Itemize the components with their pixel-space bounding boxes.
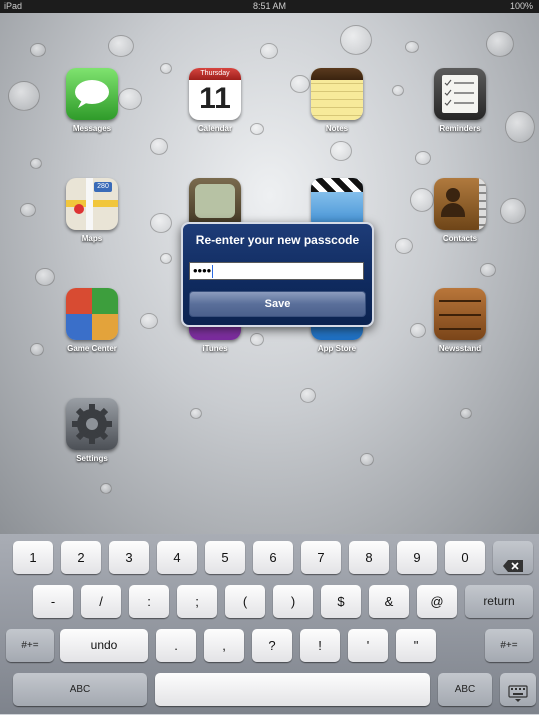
abc-key-right[interactable]: ABC: [438, 673, 492, 706]
map-route-badge: 280: [94, 182, 112, 192]
return-key[interactable]: return: [465, 585, 533, 618]
app-label: Messages: [72, 124, 112, 133]
app-maps[interactable]: 280 Maps: [52, 178, 132, 243]
app-label: iTunes: [202, 344, 228, 353]
space-bar[interactable]: [155, 673, 430, 706]
battery-label: 100%: [509, 1, 533, 11]
dialog-title: Re-enter your new passcode: [195, 233, 360, 247]
dismiss-keyboard-key[interactable]: [500, 673, 536, 706]
key-at[interactable]: @: [417, 585, 457, 618]
app-label: Newsstand: [438, 344, 482, 353]
key-4[interactable]: 4: [157, 541, 197, 574]
key-question[interactable]: ?: [252, 629, 292, 662]
calendar-weekday: Thursday: [189, 68, 241, 80]
status-bar: iPad 8:51 AM 100%: [0, 0, 539, 13]
app-label: Notes: [325, 124, 349, 133]
app-notes[interactable]: Notes: [297, 68, 377, 133]
calendar-icon: Thursday 11: [189, 68, 241, 120]
passcode-dialog: Re-enter your new passcode •••• Save: [181, 222, 374, 327]
more-symbols-key-right[interactable]: #+=: [485, 629, 533, 662]
app-label: Game Center: [67, 344, 117, 353]
keyboard: 1 2 3 4 5 6 7 8 9 0 - / : ; ( ) $ & @ re…: [0, 534, 539, 714]
app-label: Maps: [81, 234, 103, 243]
game-center-icon: [66, 288, 118, 340]
key-period[interactable]: .: [156, 629, 196, 662]
app-label: Settings: [76, 454, 108, 463]
key-open-paren[interactable]: (: [225, 585, 265, 618]
key-quote[interactable]: ": [396, 629, 436, 662]
app-game-center[interactable]: Game Center: [52, 288, 132, 353]
more-symbols-key-left[interactable]: #+=: [6, 629, 54, 662]
passcode-value: ••••: [193, 263, 212, 278]
text-cursor: [212, 265, 214, 279]
app-reminders[interactable]: Reminders: [420, 68, 500, 133]
app-settings[interactable]: Settings: [52, 398, 132, 463]
notes-icon: [311, 68, 363, 120]
messages-icon: [66, 68, 118, 120]
key-apostrophe[interactable]: ': [348, 629, 388, 662]
key-0[interactable]: 0: [445, 541, 485, 574]
contacts-icon: [434, 178, 486, 230]
key-semicolon[interactable]: ;: [177, 585, 217, 618]
reminders-icon: [434, 68, 486, 120]
key-close-paren[interactable]: ): [273, 585, 313, 618]
app-label: App Store: [317, 344, 357, 353]
key-ampersand[interactable]: &: [369, 585, 409, 618]
key-5[interactable]: 5: [205, 541, 245, 574]
settings-icon: [66, 398, 118, 450]
delete-key[interactable]: [493, 541, 533, 574]
key-minus[interactable]: -: [33, 585, 73, 618]
clock: 8:51 AM: [252, 1, 287, 11]
newsstand-icon: [434, 288, 486, 340]
app-label: Calendar: [197, 124, 233, 133]
key-slash[interactable]: /: [81, 585, 121, 618]
key-colon[interactable]: :: [129, 585, 169, 618]
app-label: Contacts: [442, 234, 478, 243]
maps-icon: 280: [66, 178, 118, 230]
key-3[interactable]: 3: [109, 541, 149, 574]
calendar-day: 11: [199, 82, 231, 115]
app-messages[interactable]: Messages: [52, 68, 132, 133]
app-calendar[interactable]: Thursday 11 Calendar: [175, 68, 255, 133]
save-button[interactable]: Save: [189, 291, 366, 317]
app-label: Reminders: [439, 124, 481, 133]
app-newsstand[interactable]: Newsstand: [420, 288, 500, 353]
key-8[interactable]: 8: [349, 541, 389, 574]
key-6[interactable]: 6: [253, 541, 293, 574]
key-dollar[interactable]: $: [321, 585, 361, 618]
keyboard-hide-icon: [508, 682, 528, 702]
key-comma[interactable]: ,: [204, 629, 244, 662]
abc-key-left[interactable]: ABC: [13, 673, 147, 706]
key-2[interactable]: 2: [61, 541, 101, 574]
backspace-icon: [502, 552, 524, 572]
key-1[interactable]: 1: [13, 541, 53, 574]
key-exclamation[interactable]: !: [300, 629, 340, 662]
key-7[interactable]: 7: [301, 541, 341, 574]
key-9[interactable]: 9: [397, 541, 437, 574]
passcode-field[interactable]: ••••: [189, 262, 364, 280]
app-contacts[interactable]: Contacts: [420, 178, 500, 243]
undo-key[interactable]: undo: [60, 629, 148, 662]
